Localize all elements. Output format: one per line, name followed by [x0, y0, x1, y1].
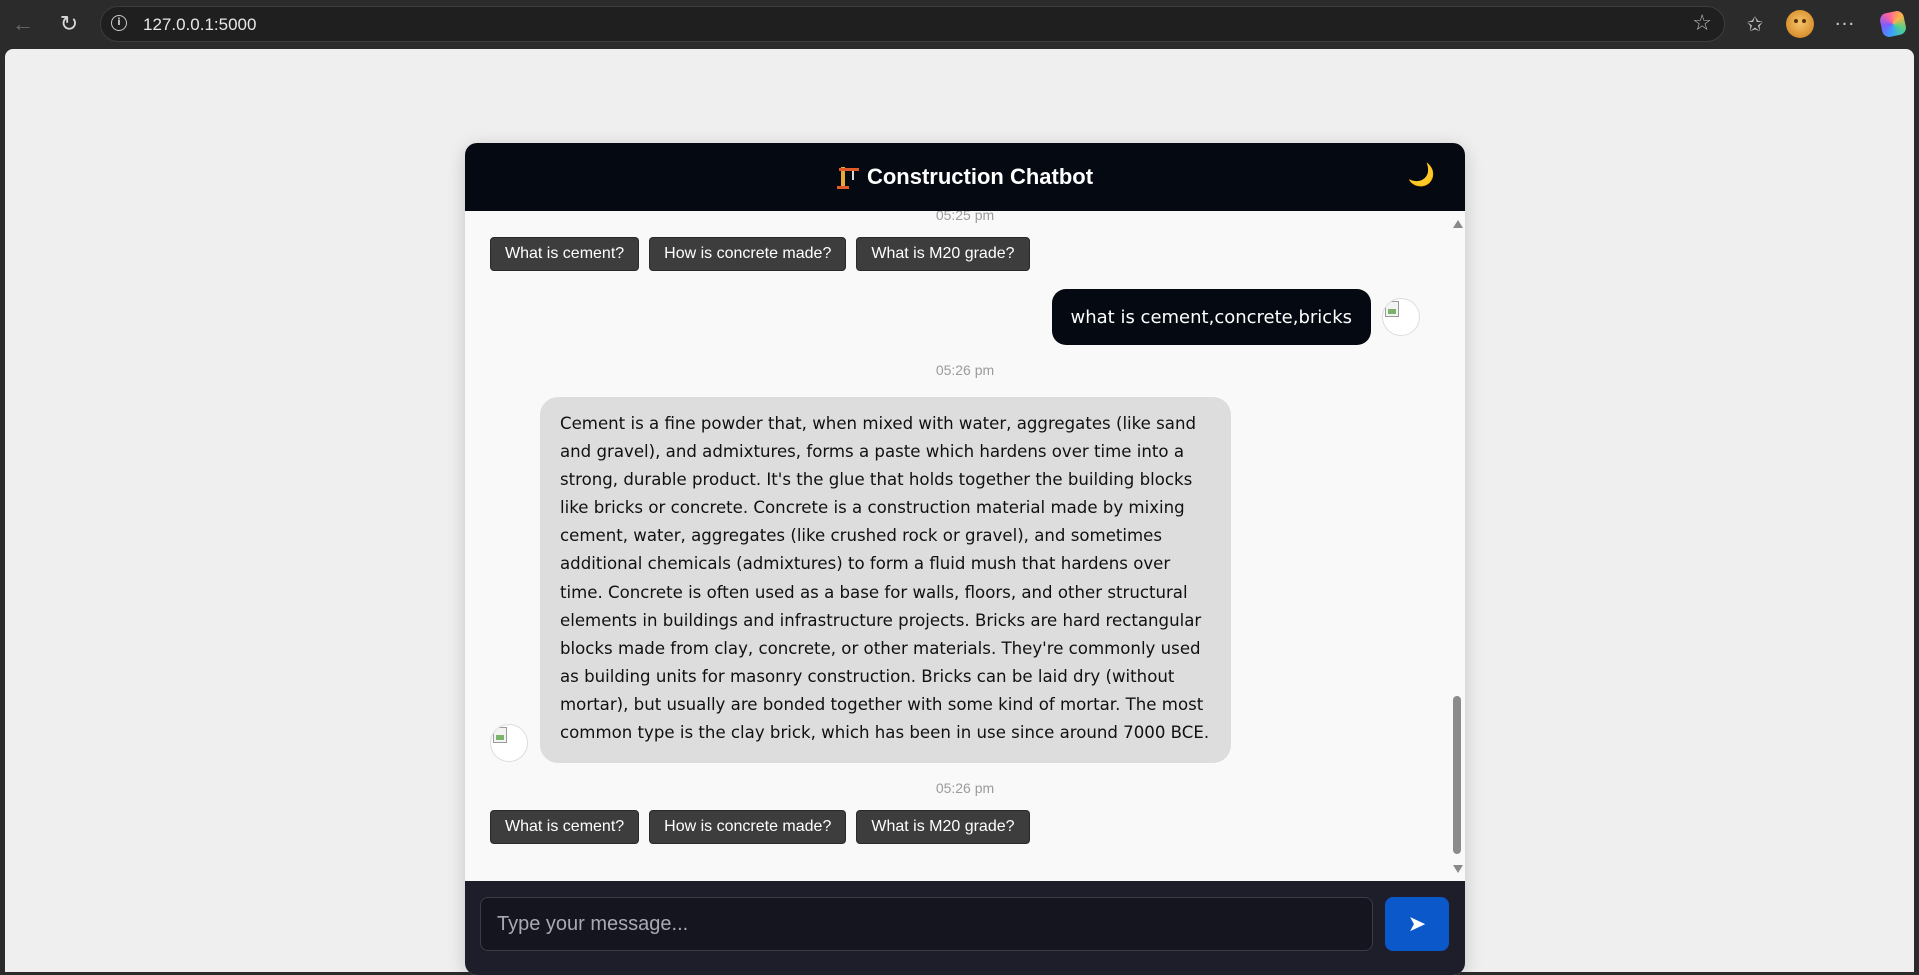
page-title: Construction Chatbot	[866, 164, 1094, 189]
scroll-down-arrow-icon[interactable]	[1453, 865, 1463, 873]
input-area: ➤	[465, 881, 1465, 975]
back-arrow-icon[interactable]: ←	[8, 9, 38, 39]
profile-avatar[interactable]	[1785, 9, 1815, 39]
favorites-icon[interactable]: ✩	[1740, 9, 1770, 39]
messages-panel[interactable]: 05:25 pm What is cement? How is concrete…	[465, 211, 1465, 881]
quick-reply-concrete[interactable]: How is concrete made?	[649, 237, 847, 271]
broken-image-icon	[1385, 301, 1399, 317]
user-avatar	[1382, 298, 1420, 336]
reload-icon[interactable]: ↻	[54, 9, 84, 39]
crane-icon	[836, 165, 859, 189]
quick-replies-group: What is cement? How is concrete made? Wh…	[490, 810, 1030, 844]
site-info-icon[interactable]: i	[111, 15, 127, 31]
browser-toolbar: ← ↻ i 127.0.0.1:5000 ☆ ✩ ···	[0, 0, 1919, 48]
scrollbar-thumb[interactable]	[1453, 696, 1461, 854]
broken-image-icon	[493, 727, 507, 743]
timestamp: 05:25 pm	[935, 211, 995, 223]
moon-icon[interactable]: 🌙	[1408, 163, 1435, 188]
quick-reply-cement[interactable]: What is cement?	[490, 237, 640, 271]
timestamp: 05:26 pm	[935, 362, 995, 378]
message-input[interactable]	[480, 897, 1373, 951]
address-bar[interactable]: i 127.0.0.1:5000 ☆	[100, 6, 1725, 42]
bookmark-star-icon[interactable]: ☆	[1692, 11, 1712, 36]
send-button[interactable]: ➤	[1385, 897, 1449, 951]
page-viewport: Construction Chatbot 🌙 05:25 pm What is …	[5, 49, 1914, 975]
messages-scrollbar[interactable]	[1449, 211, 1465, 881]
bot-message: Cement is a fine powder that, when mixed…	[540, 397, 1231, 763]
scroll-up-arrow-icon[interactable]	[1453, 220, 1463, 228]
copilot-icon[interactable]	[1878, 9, 1908, 39]
timestamp: 05:26 pm	[935, 780, 995, 796]
quick-reply-m20[interactable]: What is M20 grade?	[856, 237, 1030, 271]
chat-header: Construction Chatbot 🌙	[465, 143, 1465, 211]
copilot-logo	[1878, 9, 1908, 39]
user-message: what is cement,concrete,bricks	[1051, 289, 1371, 345]
profile-picture	[1786, 10, 1814, 38]
quick-reply-m20[interactable]: What is M20 grade?	[856, 810, 1030, 844]
more-menu-icon[interactable]: ···	[1830, 9, 1860, 39]
bot-avatar	[490, 724, 528, 762]
quick-replies-group: What is cement? How is concrete made? Wh…	[490, 237, 1030, 271]
header-title-group: Construction Chatbot	[836, 164, 1094, 190]
quick-reply-cement[interactable]: What is cement?	[490, 810, 640, 844]
quick-reply-concrete[interactable]: How is concrete made?	[649, 810, 847, 844]
address-url[interactable]: 127.0.0.1:5000	[143, 15, 256, 35]
chat-container: Construction Chatbot 🌙 05:25 pm What is …	[465, 143, 1465, 975]
